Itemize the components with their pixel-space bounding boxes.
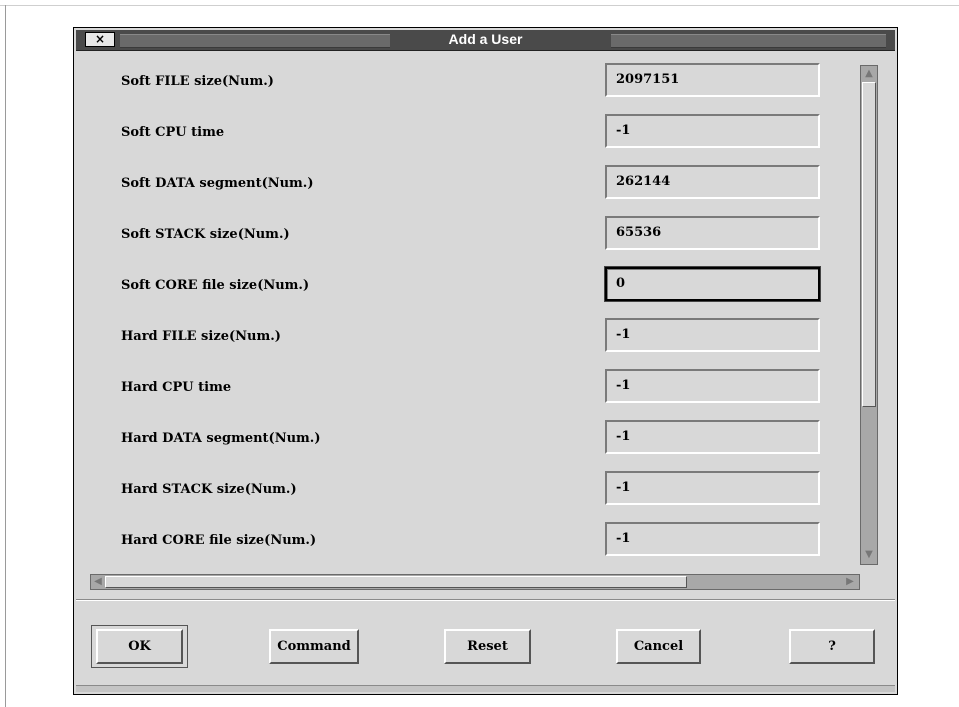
vertical-scroll-thumb[interactable] — [862, 82, 876, 407]
hard-file-size-input[interactable]: -1 — [605, 318, 820, 352]
vertical-scrollbar[interactable]: ▲ ▼ — [860, 65, 878, 565]
field-label: Soft STACK size(Num.) — [121, 227, 290, 242]
limits-form: Soft FILE size(Num.) 2097151 Soft CPU ti… — [86, 57, 881, 567]
form-row-soft-data-segment: Soft DATA segment(Num.) 262144 — [86, 165, 846, 203]
soft-cpu-time-input[interactable]: -1 — [605, 114, 820, 148]
field-label: Hard STACK size(Num.) — [121, 482, 297, 497]
scroll-left-icon[interactable]: ◀ — [91, 575, 105, 589]
horizontal-scrollbar[interactable]: ◀ ▶ — [90, 574, 860, 590]
ok-button[interactable]: OK — [96, 629, 183, 664]
field-label: Soft DATA segment(Num.) — [121, 176, 314, 191]
command-button[interactable]: Command — [269, 629, 359, 664]
soft-stack-size-input[interactable]: 65536 — [605, 216, 820, 250]
reset-button[interactable]: Reset — [444, 629, 531, 664]
field-label: Hard FILE size(Num.) — [121, 329, 281, 344]
hard-cpu-time-input[interactable]: -1 — [605, 369, 820, 403]
hard-data-segment-input[interactable]: -1 — [605, 420, 820, 454]
button-separator — [76, 599, 895, 601]
horizontal-scroll-thumb[interactable] — [105, 576, 687, 588]
form-row-soft-core-file-size: Soft CORE file size(Num.) 0 — [86, 267, 846, 305]
form-row-hard-stack-size: Hard STACK size(Num.) -1 — [86, 471, 846, 509]
soft-file-size-input[interactable]: 2097151 — [605, 63, 820, 97]
hard-core-file-size-input[interactable]: -1 — [605, 522, 820, 556]
form-row-hard-data-segment: Hard DATA segment(Num.) -1 — [86, 420, 846, 458]
field-label: Hard CPU time — [121, 380, 232, 395]
window-bottom-border — [76, 685, 895, 692]
scroll-right-icon[interactable]: ▶ — [843, 575, 857, 589]
field-label: Soft CORE file size(Num.) — [121, 278, 310, 293]
scroll-up-icon[interactable]: ▲ — [862, 67, 876, 81]
form-row-hard-core-file-size: Hard CORE file size(Num.) -1 — [86, 522, 846, 560]
soft-core-file-size-input[interactable]: 0 — [605, 267, 820, 301]
window-title: Add a User — [448, 31, 523, 47]
title-bar[interactable]: × Add a User — [76, 30, 895, 51]
soft-data-segment-input[interactable]: 262144 — [605, 165, 820, 199]
field-label: Soft FILE size(Num.) — [121, 74, 274, 89]
form-row-soft-stack-size: Soft STACK size(Num.) 65536 — [86, 216, 846, 254]
field-label: Soft CPU time — [121, 125, 225, 140]
form-row-hard-file-size: Hard FILE size(Num.) -1 — [86, 318, 846, 356]
page-rule-left — [5, 5, 6, 707]
form-row-hard-cpu-time: Hard CPU time -1 — [86, 369, 846, 407]
form-row-soft-file-size: Soft FILE size(Num.) 2097151 — [86, 63, 846, 101]
add-user-dialog: × Add a User Soft FILE size(Num.) 209715… — [73, 27, 898, 695]
cancel-button[interactable]: Cancel — [616, 629, 701, 664]
help-button[interactable]: ? — [789, 629, 875, 664]
hard-stack-size-input[interactable]: -1 — [605, 471, 820, 505]
field-label: Hard DATA segment(Num.) — [121, 431, 321, 446]
page-rule — [0, 5, 959, 6]
form-row-soft-cpu-time: Soft CPU time -1 — [86, 114, 846, 152]
scroll-down-icon[interactable]: ▼ — [862, 548, 876, 562]
field-label: Hard CORE file size(Num.) — [121, 533, 317, 548]
